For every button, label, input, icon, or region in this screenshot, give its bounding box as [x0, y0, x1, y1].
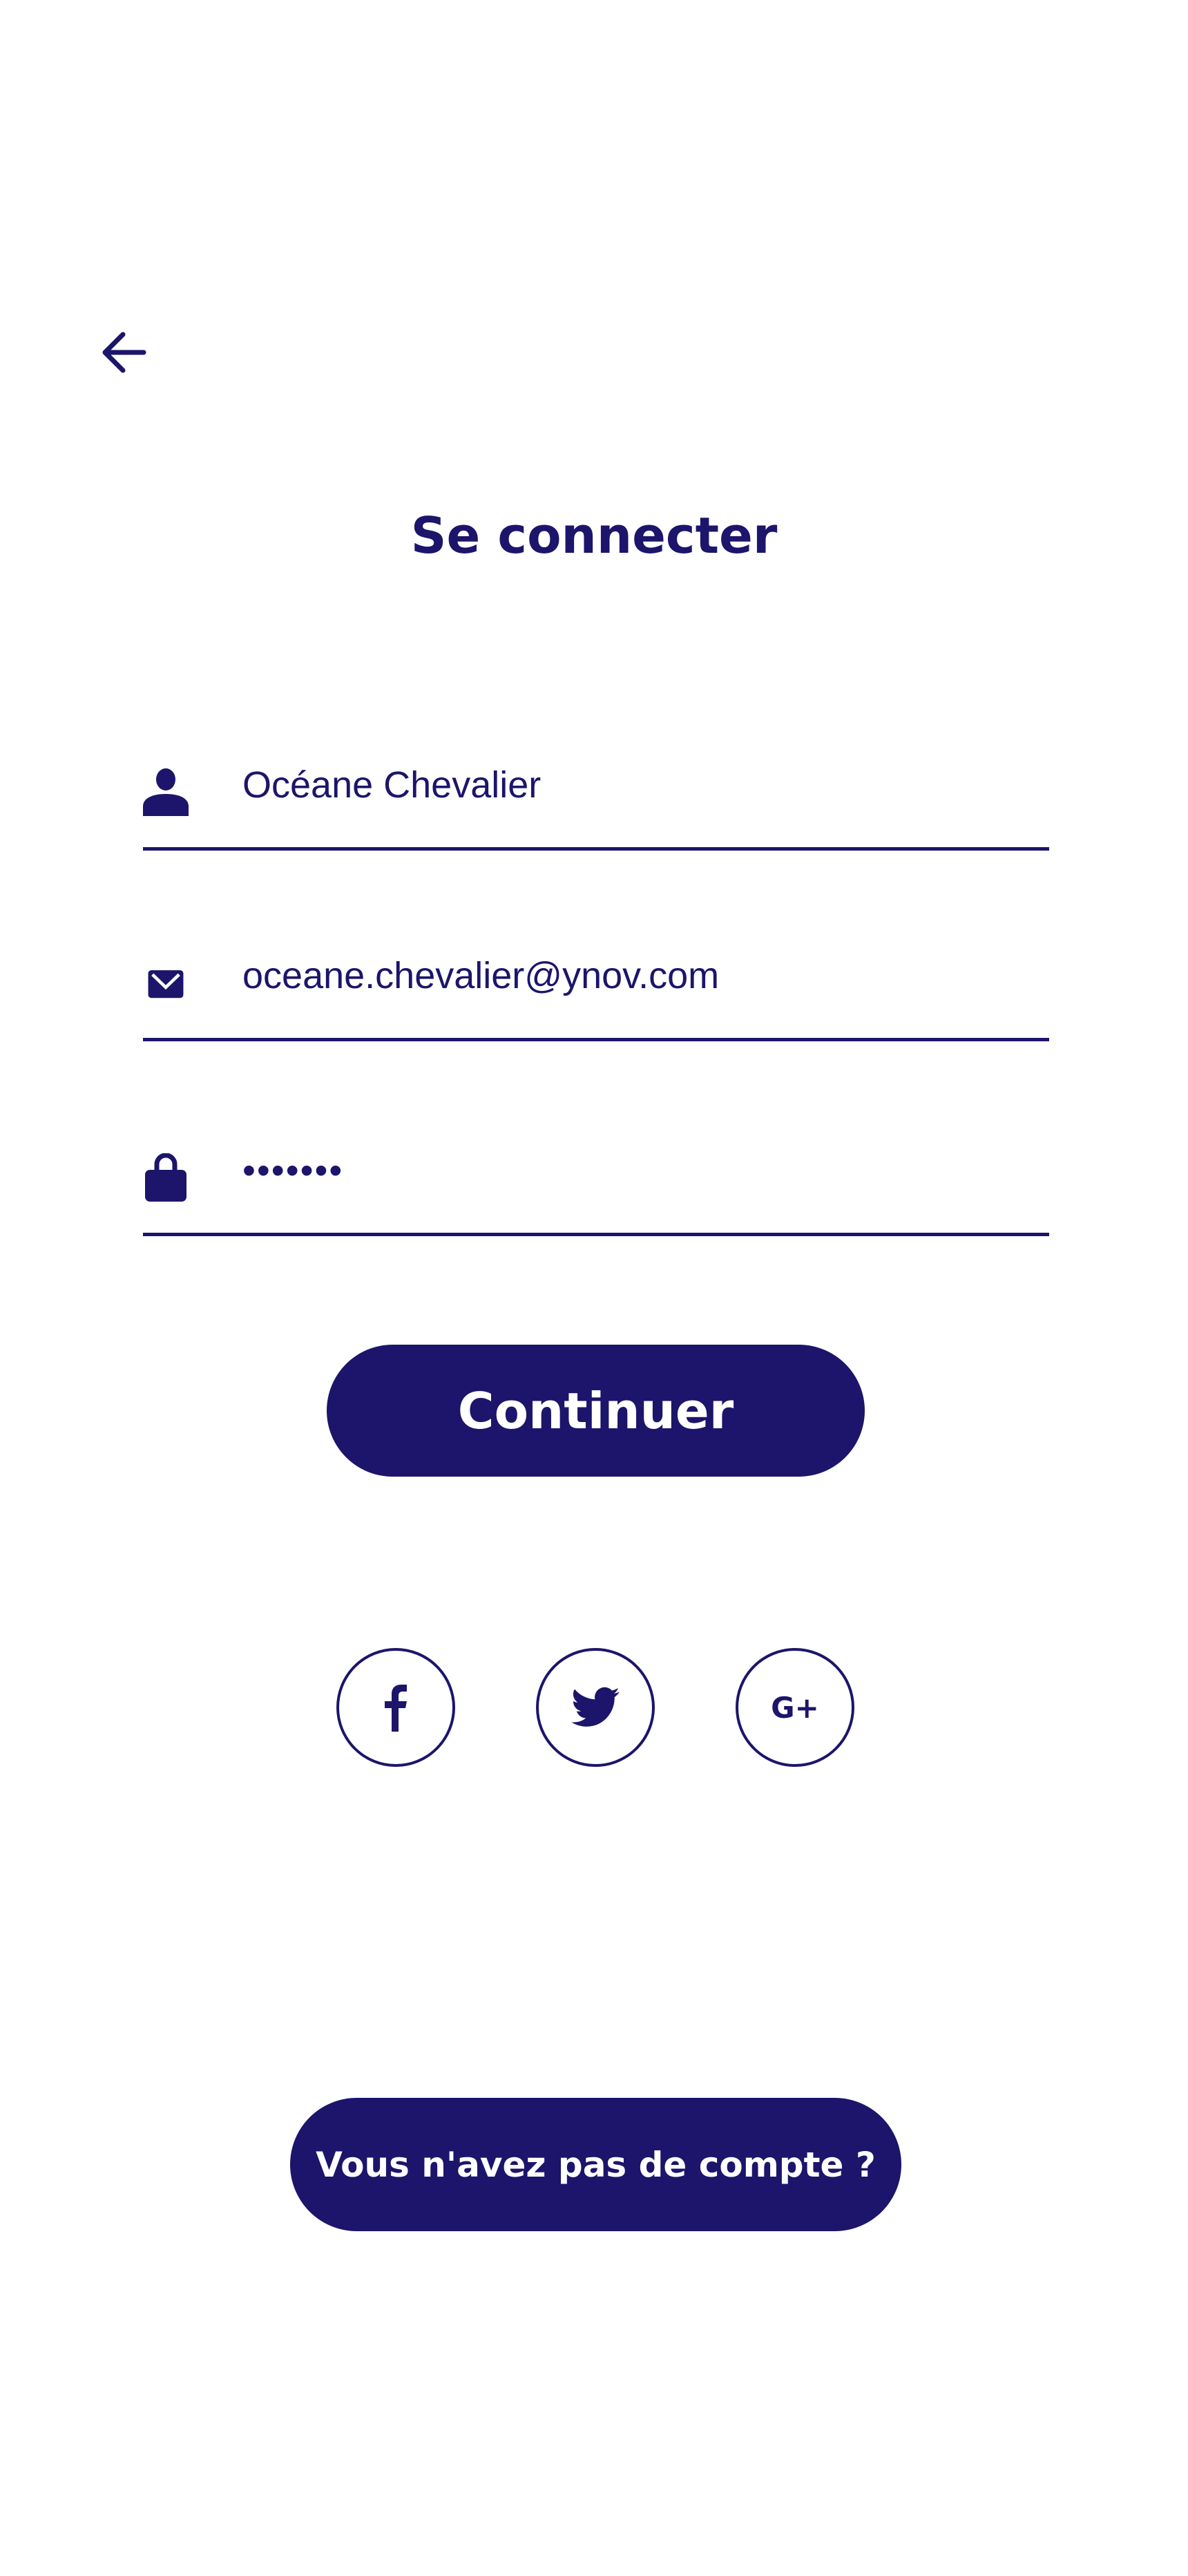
signup-button[interactable]: Vous n'avez pas de compte ?	[290, 2098, 901, 2231]
google-plus-login-button[interactable]: G+	[736, 1648, 854, 1767]
google-plus-icon: G+	[771, 1690, 819, 1725]
password-field[interactable]: •••••••	[143, 1122, 1049, 1236]
twitter-login-button[interactable]	[536, 1648, 655, 1767]
name-field[interactable]: Océane Chevalier	[143, 737, 1049, 851]
password-value: •••••••	[242, 1150, 344, 1191]
continue-button[interactable]: Continuer	[327, 1345, 865, 1477]
lock-icon	[145, 1153, 186, 1202]
user-icon	[143, 768, 189, 816]
page-title: Se connecter	[410, 506, 778, 565]
email-value: oceane.chevalier@ynov.com	[242, 955, 720, 996]
email-field[interactable]: oceane.chevalier@ynov.com	[143, 927, 1049, 1041]
back-button[interactable]	[97, 325, 152, 380]
twitter-icon	[571, 1687, 620, 1727]
name-value: Océane Chevalier	[242, 764, 542, 806]
facebook-login-button[interactable]	[336, 1648, 455, 1767]
envelope-icon	[148, 970, 184, 998]
arrow-left-icon	[102, 332, 146, 373]
facebook-icon	[385, 1685, 407, 1732]
